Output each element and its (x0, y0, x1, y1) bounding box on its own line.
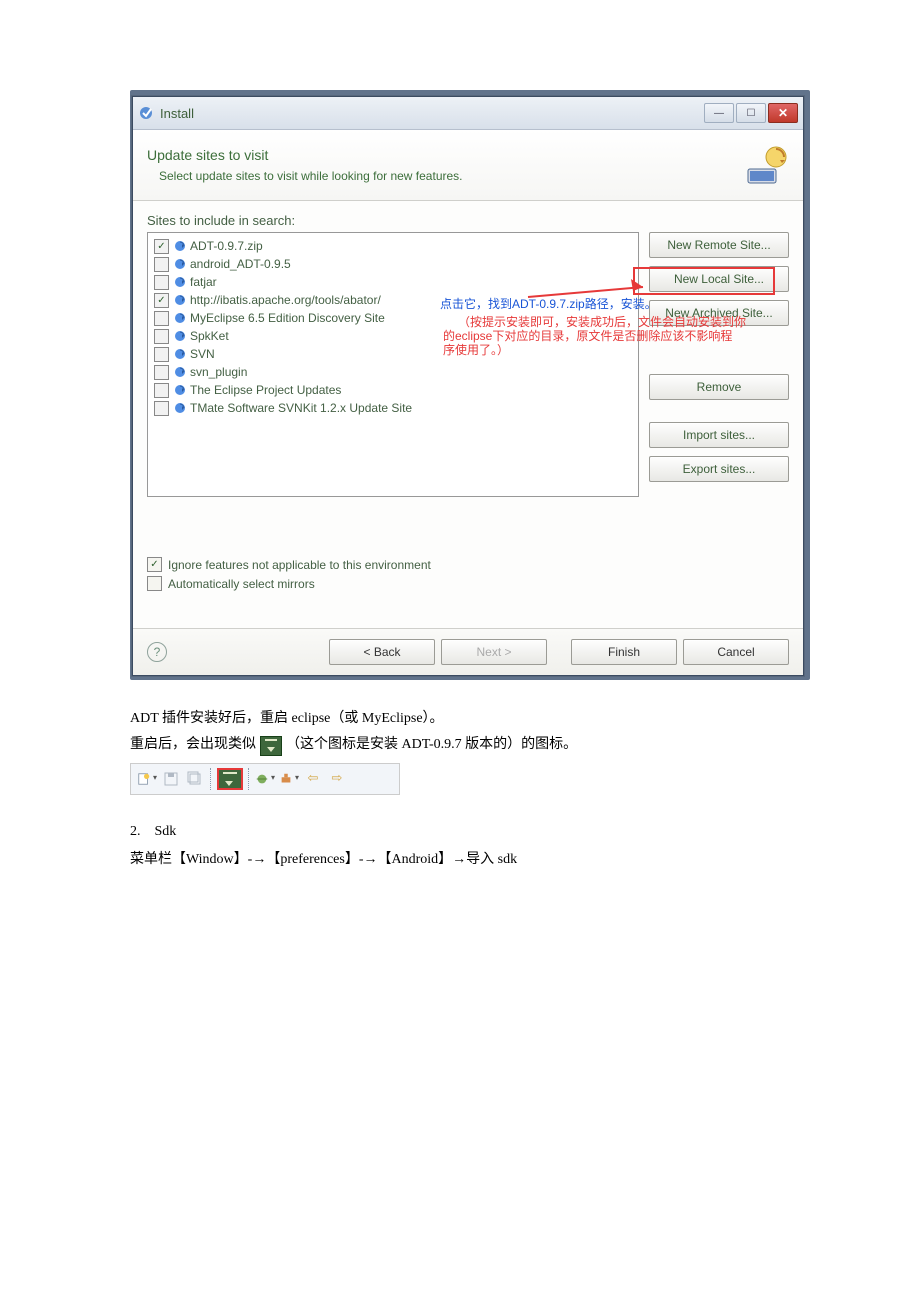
update-site-icon (173, 311, 187, 325)
new-icon (137, 769, 157, 789)
dialog-header: Update sites to visit Select update site… (133, 130, 803, 201)
sites-list[interactable]: ADT-0.9.7.zip android_ADT-0.9.5fatjar http… (147, 232, 639, 497)
adt-icon (260, 736, 282, 756)
update-site-icon (173, 293, 187, 307)
sites-label: Sites to include in search: (147, 213, 789, 228)
checkbox-icon[interactable] (154, 293, 169, 308)
site-label: MyEclipse 6.5 Edition Discovery Site (190, 311, 385, 325)
paragraph-before-icon: 重启后，会出现类似 (130, 734, 256, 756)
cancel-button[interactable]: Cancel (683, 639, 789, 665)
site-item[interactable]: The Eclipse Project Updates (150, 381, 636, 399)
install-dialog: Install — ☐ ✕ Update sites to visit Sele… (132, 96, 804, 676)
header-subtitle: Select update sites to visit while looki… (147, 169, 741, 183)
next-button[interactable]: Next > (441, 639, 547, 665)
sdk-number: 2. (130, 821, 141, 843)
site-label: fatjar (190, 275, 217, 289)
checkbox-icon[interactable] (154, 257, 169, 272)
site-label: TMate Software SVNKit 1.2.x Update Site (190, 401, 412, 415)
checkbox-icon[interactable] (154, 401, 169, 416)
save-icon (161, 769, 181, 789)
export-sites-button[interactable]: Export sites... (649, 456, 789, 482)
help-button[interactable]: ? (147, 642, 167, 662)
site-item[interactable]: MyEclipse 6.5 Edition Discovery Site (150, 309, 636, 327)
opt-ignore-features[interactable]: Ignore features not applicable to this e… (147, 557, 789, 572)
update-site-icon (173, 257, 187, 271)
new-local-site-button[interactable]: New Local Site... (649, 266, 789, 292)
checkbox-icon[interactable] (154, 329, 169, 344)
install-icon (138, 105, 154, 121)
update-site-icon (741, 140, 791, 190)
site-item[interactable]: fatjar (150, 273, 636, 291)
dialog-body: Sites to include in search: ADT-0.9.7.zi… (133, 201, 803, 628)
back-button[interactable]: < Back (329, 639, 435, 665)
checkbox-icon[interactable] (147, 557, 162, 572)
debug-icon (255, 769, 275, 789)
checkbox-icon[interactable] (154, 347, 169, 362)
opt-label: Ignore features not applicable to this e… (168, 558, 431, 572)
update-site-icon (173, 383, 187, 397)
site-label: SVN (190, 347, 215, 361)
update-site-icon (173, 329, 187, 343)
checkbox-icon[interactable] (147, 576, 162, 591)
checkbox-icon[interactable] (154, 239, 169, 254)
site-label: svn_plugin (190, 365, 247, 379)
external-tools-icon (279, 769, 299, 789)
site-label: ADT-0.9.7.zip (190, 239, 263, 253)
sdk-heading: 2. Sdk (130, 821, 800, 843)
site-item[interactable]: SVN (150, 345, 636, 363)
update-site-icon (173, 347, 187, 361)
site-item[interactable]: SpkKet (150, 327, 636, 345)
new-remote-site-button[interactable]: New Remote Site... (649, 232, 789, 258)
update-site-icon (173, 401, 187, 415)
checkbox-icon[interactable] (154, 311, 169, 326)
save-all-icon (185, 769, 205, 789)
update-site-icon (173, 239, 187, 253)
site-label: SpkKet (190, 329, 229, 343)
new-archived-site-button[interactable]: New Archived Site... (649, 300, 789, 326)
remove-button[interactable]: Remove (649, 374, 789, 400)
site-item[interactable]: http://ibatis.apache.org/tools/abator/ (150, 291, 636, 309)
close-button[interactable]: ✕ (768, 103, 798, 123)
site-label: The Eclipse Project Updates (190, 383, 341, 397)
eclipse-toolbar: ⇦ ⇨ (130, 763, 400, 795)
minimize-button[interactable]: — (704, 103, 734, 123)
window-controls: — ☐ ✕ (702, 103, 798, 123)
header-title: Update sites to visit (147, 147, 741, 163)
opt-label: Automatically select mirrors (168, 577, 315, 591)
sdk-instruction: 菜单栏【Window】-→【preferences】-→【Android】→导入… (130, 849, 800, 871)
checkbox-icon[interactable] (154, 365, 169, 380)
checkbox-icon[interactable] (154, 383, 169, 398)
site-label: http://ibatis.apache.org/tools/abator/ (190, 293, 381, 307)
site-label: android_ADT-0.9.5 (190, 257, 291, 271)
maximize-button[interactable]: ☐ (736, 103, 766, 123)
options: Ignore features not applicable to this e… (147, 557, 789, 591)
site-item[interactable]: svn_plugin (150, 363, 636, 381)
paragraph-after-icon: （这个图标是安装 ADT-0.9.7 版本的）的图标。 (286, 734, 577, 756)
paragraph: ADT 插件安装好后，重启 eclipse（或 MyEclipse）。 (130, 708, 800, 730)
titlebar: Install — ☐ ✕ (133, 97, 803, 130)
finish-button[interactable]: Finish (571, 639, 677, 665)
sites-buttons: New Remote Site... New Local Site... New… (649, 232, 789, 497)
site-item[interactable]: ADT-0.9.7.zip (150, 237, 636, 255)
site-item[interactable]: TMate Software SVNKit 1.2.x Update Site (150, 399, 636, 417)
back-arrow-icon: ⇦ (303, 769, 323, 789)
import-sites-button[interactable]: Import sites... (649, 422, 789, 448)
sdk-title: Sdk (155, 821, 177, 843)
checkbox-icon[interactable] (154, 275, 169, 290)
site-item[interactable]: android_ADT-0.9.5 (150, 255, 636, 273)
forward-arrow-icon: ⇨ (327, 769, 347, 789)
install-dialog-frame: Install — ☐ ✕ Update sites to visit Sele… (130, 90, 810, 680)
wizard-footer: ? < Back Next > Finish Cancel (133, 628, 803, 675)
update-site-icon (173, 275, 187, 289)
update-site-icon (173, 365, 187, 379)
opt-auto-mirrors[interactable]: Automatically select mirrors (147, 576, 789, 591)
window-title: Install (160, 106, 702, 121)
adt-manager-icon (217, 768, 243, 790)
article-text: ADT 插件安装好后，重启 eclipse（或 MyEclipse）。 重启后，… (130, 708, 800, 872)
